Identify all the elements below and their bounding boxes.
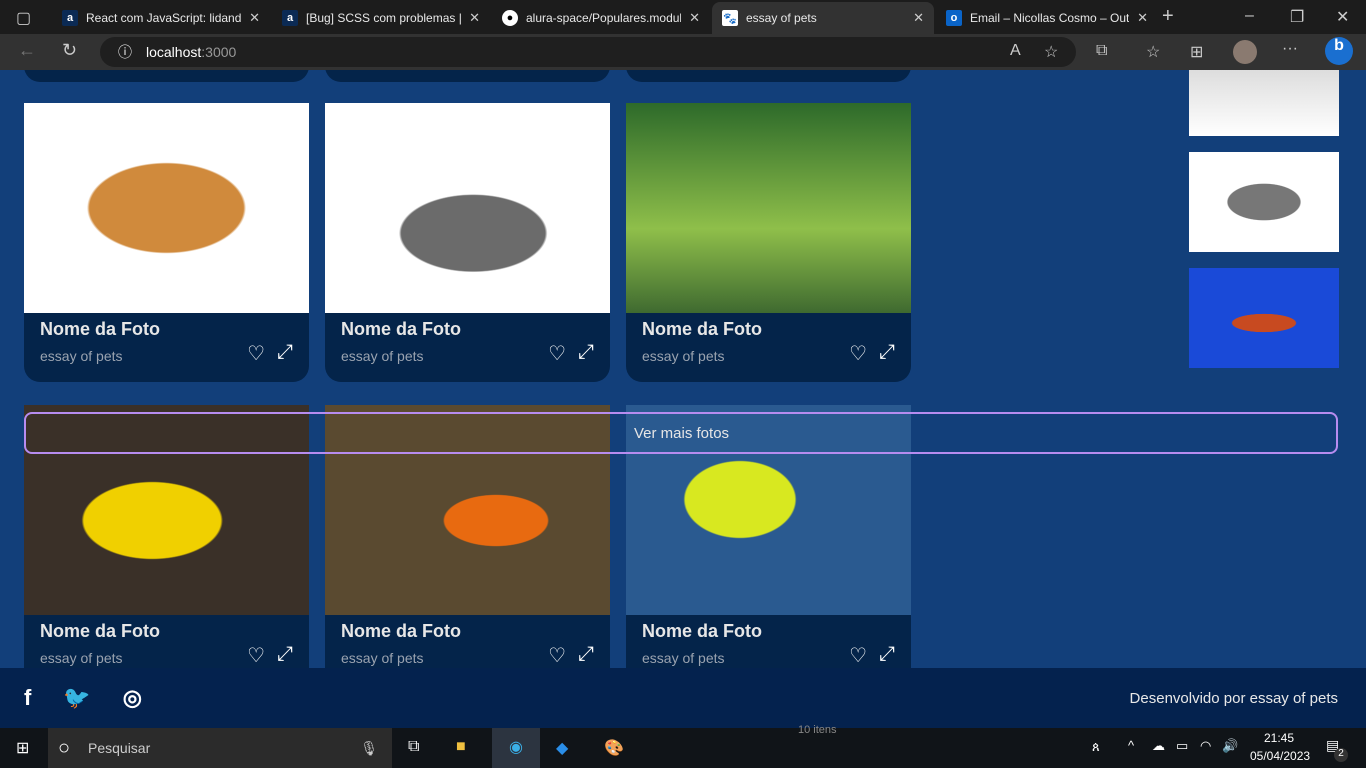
windows-taskbar: ⊞ ○ Pesquisar 🎙 ⧉ ■ ◉ ◆ 🎨 10 itens ጰ ^ ☁ ▭… bbox=[0, 724, 1366, 768]
heart-icon[interactable]: ♡ bbox=[849, 643, 867, 668]
tab-actions-icon[interactable]: ▢ bbox=[16, 8, 31, 28]
close-window-icon[interactable]: ✕ bbox=[1336, 7, 1349, 27]
onedrive-icon[interactable]: ☁ bbox=[1152, 738, 1165, 754]
url-input[interactable]: ⓘ localhost:3000 bbox=[100, 37, 1076, 67]
tab-essay-of-pets[interactable]: 🐾 essay of pets ✕ bbox=[712, 2, 934, 34]
close-tab-icon[interactable]: ✕ bbox=[913, 10, 924, 26]
close-tab-icon[interactable]: ✕ bbox=[689, 10, 700, 26]
browser-tab-bar: ▢ a React com JavaScript: lidando ✕ a [Bug]… bbox=[0, 0, 1366, 34]
read-aloud-icon[interactable]: A bbox=[1010, 42, 1021, 60]
alura-icon: a bbox=[62, 10, 78, 26]
heart-icon[interactable]: ♡ bbox=[548, 341, 566, 366]
page-content: Nome da Foto essay of pets ♡ ⤢ Nome da Foto… bbox=[0, 70, 1366, 668]
people-icon[interactable]: ጰ bbox=[1092, 739, 1100, 755]
tab-react[interactable]: a React com JavaScript: lidando ✕ bbox=[52, 2, 270, 34]
battery-icon[interactable]: ▭ bbox=[1176, 738, 1188, 754]
back-icon[interactable]: ← bbox=[18, 40, 36, 61]
taskbar-search[interactable]: ○ Pesquisar 🎙 bbox=[48, 728, 392, 768]
see-more-photos-button[interactable]: Ver mais fotos bbox=[24, 412, 1338, 454]
expand-icon[interactable]: ⤢ bbox=[879, 341, 895, 366]
photo-image bbox=[24, 103, 309, 313]
file-explorer-icon[interactable]: ■ bbox=[456, 738, 466, 756]
explorer-status: 10 itens bbox=[798, 724, 837, 736]
heart-icon[interactable]: ♡ bbox=[247, 643, 265, 668]
address-bar-row: ← ↻ ⓘ localhost:3000 A ☆ ⧉ ☆ ⊞ ··· b bbox=[0, 34, 1366, 70]
heart-icon[interactable]: ♡ bbox=[247, 341, 265, 366]
card-partial bbox=[325, 70, 610, 82]
more-icon[interactable]: ··· bbox=[1282, 40, 1298, 58]
cortana-icon: ○ bbox=[58, 736, 71, 759]
microphone-icon[interactable]: 🎙 bbox=[360, 740, 378, 757]
alura-icon: a bbox=[282, 10, 298, 26]
windows-start-icon[interactable]: ⊞ bbox=[16, 738, 29, 758]
photo-card: Nome da Foto essay of pets ♡ ⤢ bbox=[24, 103, 309, 382]
expand-icon[interactable]: ⤢ bbox=[277, 341, 293, 366]
info-icon: ⓘ bbox=[118, 44, 132, 60]
expand-icon[interactable]: ⤢ bbox=[578, 341, 594, 366]
facebook-icon[interactable]: f bbox=[24, 685, 31, 711]
task-view-icon[interactable]: ⧉ bbox=[408, 738, 419, 756]
collections-icon[interactable]: ⊞ bbox=[1190, 42, 1203, 62]
tab-github[interactable]: ● alura-space/Populares.modul ✕ bbox=[492, 2, 710, 34]
heart-icon[interactable]: ♡ bbox=[849, 341, 867, 366]
card-partial bbox=[24, 70, 309, 82]
paw-icon: 🐾 bbox=[722, 10, 738, 26]
close-tab-icon[interactable]: ✕ bbox=[469, 10, 480, 26]
popular-thumb-cat[interactable] bbox=[1189, 152, 1339, 252]
footer: f 🐦 ◎ Desenvolvido por essay of pets bbox=[0, 668, 1366, 728]
popular-thumb-kittens[interactable] bbox=[1189, 70, 1339, 136]
restore-icon[interactable]: ❐ bbox=[1290, 7, 1304, 27]
twitter-icon[interactable]: 🐦 bbox=[63, 685, 90, 711]
clock-date[interactable]: 05/04/2023 bbox=[1250, 749, 1310, 763]
tab-bug[interactable]: a [Bug] SCSS com problemas | F ✕ bbox=[272, 2, 490, 34]
tab-email[interactable]: o Email – Nicollas Cosmo – Out ✕ bbox=[936, 2, 1158, 34]
heart-icon[interactable]: ♡ bbox=[548, 643, 566, 668]
add-favorite-icon[interactable]: ☆ bbox=[1044, 42, 1058, 62]
favorites-icon[interactable]: ☆ bbox=[1146, 42, 1160, 62]
new-tab-icon[interactable]: + bbox=[1162, 5, 1174, 28]
expand-icon[interactable]: ⤢ bbox=[277, 643, 293, 668]
photo-image bbox=[325, 103, 610, 313]
wifi-icon[interactable]: ◠ bbox=[1200, 738, 1211, 754]
outlook-icon: o bbox=[946, 10, 962, 26]
extensions-icon[interactable]: ⧉ bbox=[1096, 42, 1107, 60]
popular-thumb-fish[interactable] bbox=[1189, 268, 1339, 368]
close-tab-icon[interactable]: ✕ bbox=[1137, 10, 1148, 26]
volume-icon[interactable]: 🔊 bbox=[1222, 738, 1238, 754]
vscode-icon[interactable]: ◆ bbox=[556, 738, 568, 758]
paint-icon[interactable]: 🎨 bbox=[604, 738, 624, 758]
minimize-icon[interactable]: – bbox=[1245, 7, 1254, 25]
footer-credit: Desenvolvido por essay of pets bbox=[1129, 689, 1338, 707]
refresh-icon[interactable]: ↻ bbox=[62, 40, 77, 61]
profile-avatar[interactable] bbox=[1233, 40, 1257, 64]
photo-card: Nome da Foto essay of pets ♡ ⤢ bbox=[325, 103, 610, 382]
card-partial bbox=[626, 70, 911, 82]
instagram-icon[interactable]: ◎ bbox=[123, 685, 142, 711]
expand-icon[interactable]: ⤢ bbox=[578, 643, 594, 668]
clock-time[interactable]: 21:45 bbox=[1264, 731, 1294, 745]
edge-icon[interactable]: ◉ bbox=[492, 728, 540, 768]
tray-chevron-icon[interactable]: ^ bbox=[1128, 738, 1134, 753]
photo-card: Nome da Foto essay of pets ♡ ⤢ bbox=[626, 103, 911, 382]
notification-count: 2 bbox=[1334, 748, 1348, 762]
expand-icon[interactable]: ⤢ bbox=[879, 643, 895, 668]
photo-image bbox=[626, 103, 911, 313]
close-tab-icon[interactable]: ✕ bbox=[249, 10, 260, 26]
bing-icon[interactable]: b bbox=[1325, 37, 1353, 65]
github-icon: ● bbox=[502, 10, 518, 26]
